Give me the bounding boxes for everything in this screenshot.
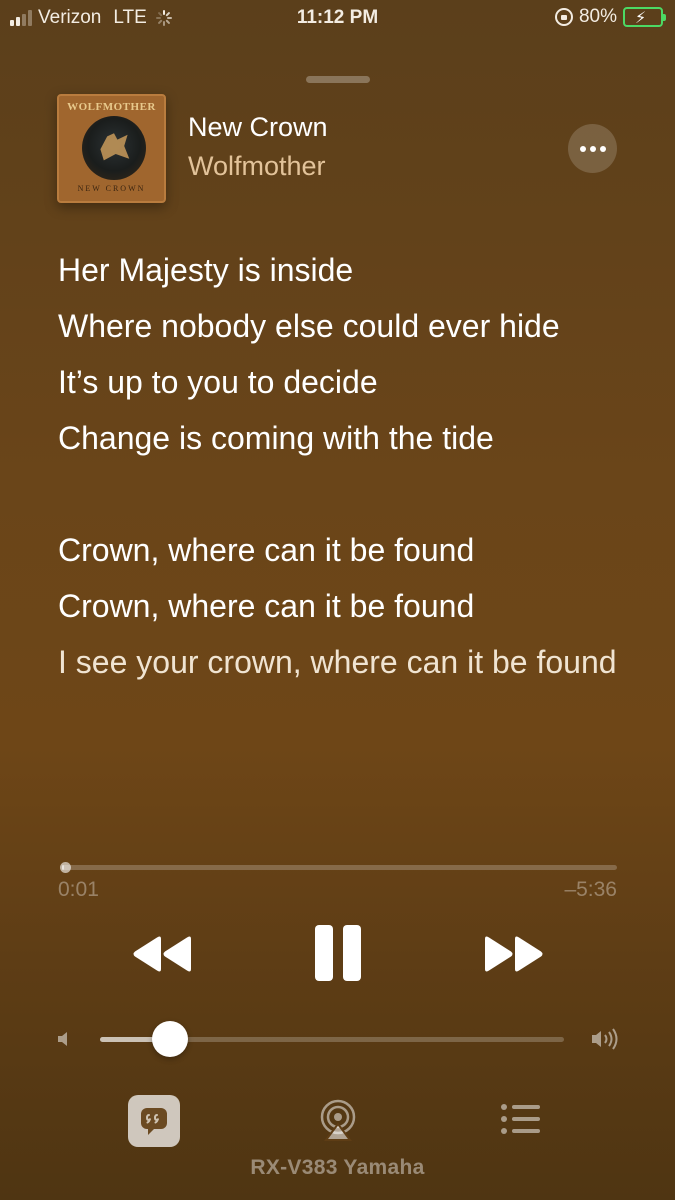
lyrics-view[interactable]: Her Majesty is inside Where nobody else … [58, 242, 638, 684]
rewind-icon [133, 936, 191, 972]
lyric-line[interactable]: Her Majesty is inside [58, 242, 638, 298]
sheet-grabber[interactable] [306, 76, 370, 83]
lyric-line-current[interactable]: I see your crown, where can it be found [58, 640, 638, 684]
queue-button[interactable] [500, 1102, 542, 1136]
rotation-lock-icon [554, 8, 573, 26]
volume-high-icon [590, 1026, 620, 1052]
pause-icon [315, 925, 333, 981]
lyric-line[interactable]: Crown, where can it be found [58, 522, 638, 578]
lyric-line[interactable]: It’s up to you to decide [58, 354, 638, 410]
pause-button[interactable] [313, 925, 363, 981]
lyrics-button[interactable] [128, 1095, 180, 1147]
battery-percent: 80% [578, 6, 617, 27]
airplay-device-label[interactable]: RX-V383 Yamaha [0, 1156, 675, 1180]
status-right: 80% ⚡ [554, 6, 666, 28]
previous-track-button[interactable] [131, 935, 193, 973]
song-title[interactable]: New Crown [188, 112, 328, 143]
album-art-band-text: WOLFMOTHER [67, 101, 156, 113]
progress-knob[interactable] [60, 862, 71, 873]
status-bar: Verizon LTE 11:12 PM 80% ⚡ [0, 0, 675, 38]
song-artist[interactable]: Wolfmother [188, 151, 326, 182]
airplay-icon [320, 1099, 356, 1141]
ellipsis-icon [579, 145, 586, 152]
more-options-button[interactable] [568, 124, 617, 173]
airplay-button[interactable] [316, 1098, 360, 1142]
lyric-line[interactable]: Crown, where can it be found [58, 578, 638, 634]
volume-knob[interactable] [152, 1021, 188, 1057]
next-track-button[interactable] [483, 935, 545, 973]
time-elapsed: 0:01 [58, 878, 99, 901]
quote-bubble-icon [141, 1108, 167, 1135]
lyric-line[interactable]: Where nobody else could ever hide [58, 298, 638, 354]
battery-icon: ⚡ [623, 7, 666, 27]
fast-forward-icon [485, 936, 543, 972]
list-icon [501, 1104, 540, 1134]
verse-gap [58, 466, 638, 522]
playback-progress-slider[interactable] [60, 862, 617, 873]
time-remaining: –5:36 [564, 878, 617, 901]
volume-low-icon [56, 1030, 72, 1048]
album-artwork[interactable]: WOLFMOTHER NEW CROWN [57, 94, 166, 203]
lyric-line[interactable]: Change is coming with the tide [58, 410, 638, 466]
album-art-title-text: NEW CROWN [77, 184, 146, 193]
